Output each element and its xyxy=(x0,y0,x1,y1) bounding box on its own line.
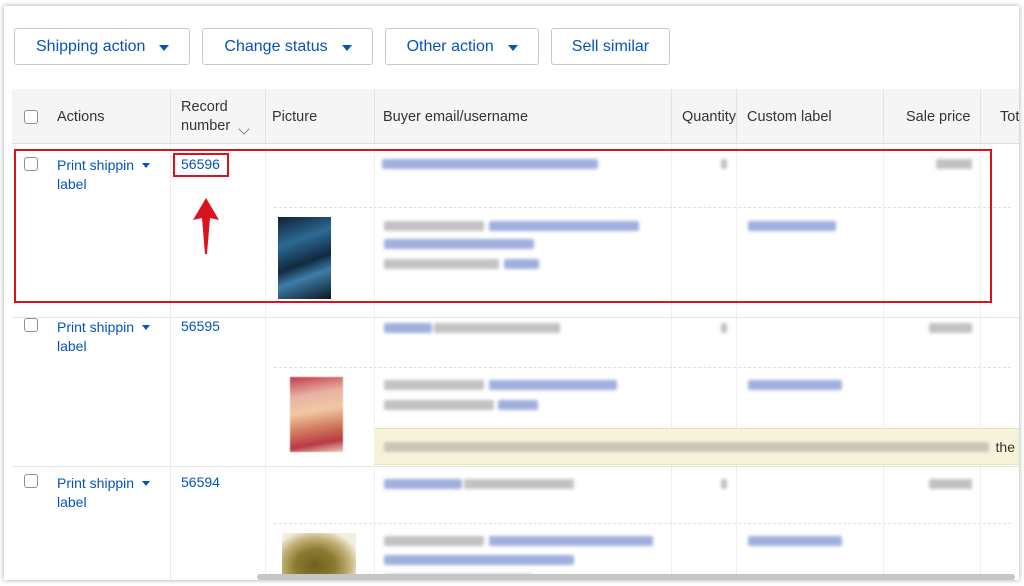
column-divider xyxy=(170,89,171,144)
row-checkbox[interactable] xyxy=(24,474,38,488)
column-header-sale-price: Sale price xyxy=(906,89,970,144)
item-title-redacted xyxy=(384,555,574,565)
custom-label-redacted xyxy=(748,380,842,390)
column-divider xyxy=(374,89,375,144)
column-divider xyxy=(736,89,737,144)
chevron-down-icon xyxy=(159,44,170,51)
custom-label-redacted xyxy=(748,536,842,546)
item-id-redacted xyxy=(384,536,484,546)
shipping-action-label: Shipping action xyxy=(36,37,146,55)
buyer-username-redacted xyxy=(384,323,432,333)
row-inner-divider xyxy=(274,367,1011,368)
quantity-redacted xyxy=(721,323,727,333)
horizontal-scrollbar[interactable] xyxy=(257,574,1015,580)
action-label-line1: Print shippin xyxy=(57,319,135,335)
column-divider xyxy=(883,89,884,144)
column-header-record-number[interactable]: Record number xyxy=(181,89,250,144)
row-inner-divider xyxy=(274,523,1011,524)
chevron-down-icon xyxy=(341,44,352,51)
print-shipping-label-action[interactable]: Print shippin label xyxy=(57,474,157,512)
chevron-down-icon[interactable] xyxy=(142,481,151,486)
change-status-button[interactable]: Change status xyxy=(202,28,373,65)
record-number-link[interactable]: 56595 xyxy=(181,318,220,334)
bulk-action-toolbar: Shipping action Change status Other acti… xyxy=(14,28,671,66)
column-divider xyxy=(671,89,672,144)
other-action-button[interactable]: Other action xyxy=(384,28,539,65)
action-label-line2: label xyxy=(57,338,87,354)
chevron-down-icon xyxy=(507,44,518,51)
column-header-picture: Picture xyxy=(272,89,317,144)
column-header-buyer: Buyer email/username xyxy=(383,89,528,144)
row-divider xyxy=(12,466,1019,467)
quantity-header-label: Quantity xyxy=(682,108,736,125)
sell-similar-label: Sell similar xyxy=(571,37,650,55)
record-header-line2-wrap: number xyxy=(181,117,250,136)
action-label-line1: Print shippin xyxy=(57,475,135,491)
change-status-label: Change status xyxy=(224,37,328,55)
buyer-email-redacted xyxy=(434,323,560,333)
buyer-message-notice: the xyxy=(374,428,1019,465)
total-header-label: Tot xyxy=(1000,108,1019,125)
table-header: Actions Record number Picture Buyer emai… xyxy=(12,89,1019,144)
column-header-quantity: Quantity xyxy=(682,89,736,144)
sort-chevron-icon[interactable] xyxy=(238,123,250,135)
tracking-redacted xyxy=(384,400,494,410)
column-divider xyxy=(265,89,266,144)
buyer-email-redacted xyxy=(464,479,574,489)
picture-header-label: Picture xyxy=(272,108,318,125)
highlight-annotation xyxy=(14,149,992,303)
print-shipping-label-action[interactable]: Print shippin label xyxy=(57,318,157,356)
notice-text-redacted xyxy=(384,442,989,452)
item-id-redacted xyxy=(384,380,484,390)
item-title-redacted xyxy=(489,536,653,546)
sale-price-redacted xyxy=(929,323,972,333)
item-picture[interactable] xyxy=(282,533,356,580)
orders-window: Shipping action Change status Other acti… xyxy=(4,6,1019,580)
select-all-checkbox[interactable] xyxy=(24,110,38,124)
column-header-actions: Actions xyxy=(57,89,105,144)
item-picture[interactable] xyxy=(290,377,343,452)
action-label-line2: label xyxy=(57,494,87,510)
sale-price-header-label: Sale price xyxy=(906,108,971,125)
custom-label-header-label: Custom label xyxy=(747,108,832,125)
sale-price-redacted xyxy=(929,479,972,489)
row-checkbox[interactable] xyxy=(24,318,38,332)
record-highlight-annotation xyxy=(173,153,229,177)
record-header-line1: Record xyxy=(181,98,228,115)
record-number-link[interactable]: 56594 xyxy=(181,474,220,490)
other-action-label: Other action xyxy=(406,37,494,55)
row-divider xyxy=(12,317,1019,318)
buyer-username-redacted xyxy=(384,479,462,489)
item-title-redacted xyxy=(489,380,617,390)
quantity-redacted xyxy=(721,479,727,489)
column-divider xyxy=(980,89,981,144)
record-header-line2: number xyxy=(181,117,231,134)
sell-similar-button[interactable]: Sell similar xyxy=(550,28,671,65)
chevron-down-icon[interactable] xyxy=(142,325,151,330)
notice-text-tail: the xyxy=(995,439,1015,455)
actions-header-label: Actions xyxy=(57,108,105,125)
tracking-link-redacted xyxy=(498,400,538,410)
column-header-total: Tot xyxy=(1000,89,1019,144)
arrow-up-icon xyxy=(193,198,219,254)
buyer-header-label: Buyer email/username xyxy=(383,108,529,125)
shipping-action-button[interactable]: Shipping action xyxy=(14,28,191,65)
column-header-custom-label: Custom label xyxy=(747,89,832,144)
